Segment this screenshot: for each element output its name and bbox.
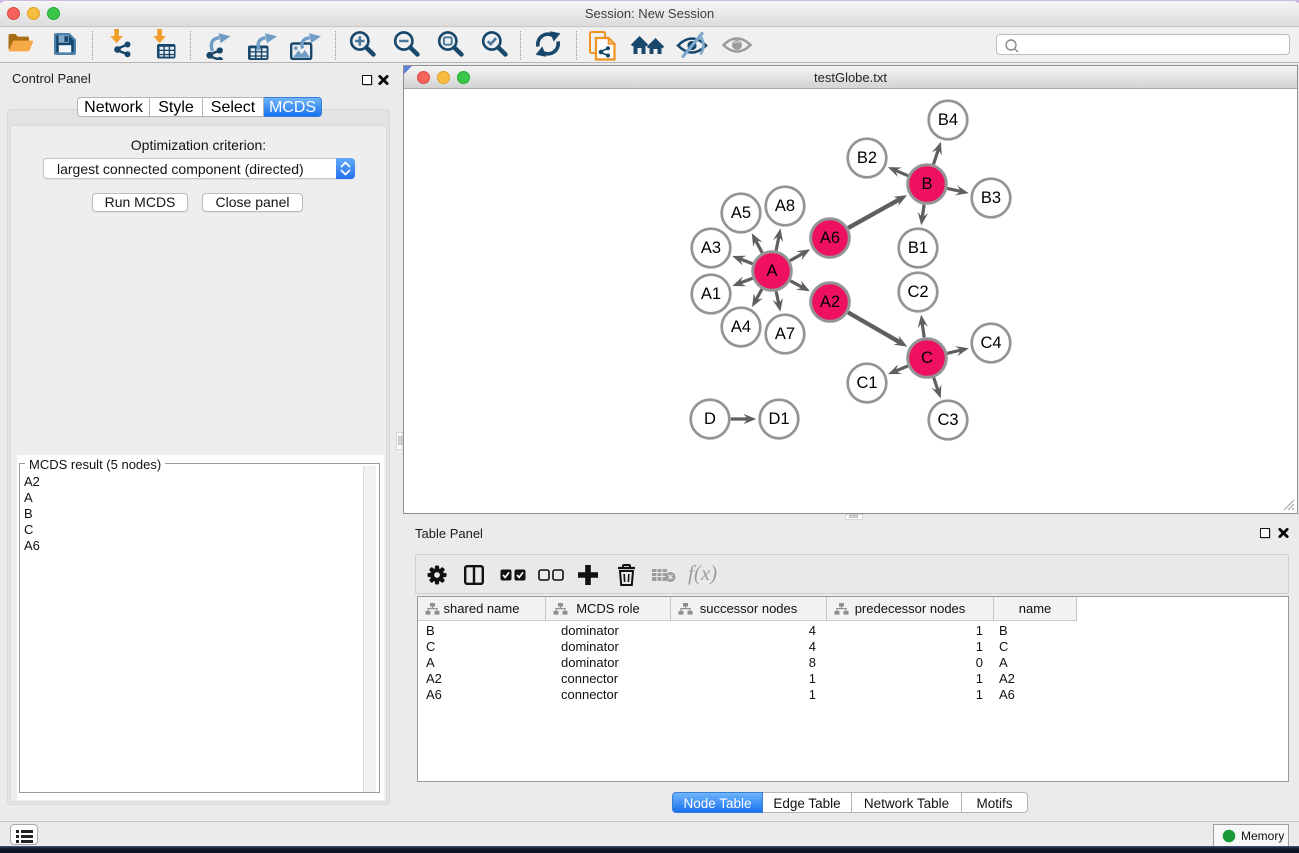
svg-text:B4: B4 xyxy=(938,111,958,129)
svg-text:A6: A6 xyxy=(820,229,840,247)
svg-text:C4: C4 xyxy=(980,334,1001,352)
svg-text:D1: D1 xyxy=(768,410,789,428)
svg-text:A2: A2 xyxy=(820,293,840,311)
svg-text:B2: B2 xyxy=(857,149,877,167)
svg-text:A5: A5 xyxy=(731,204,751,222)
svg-text:C2: C2 xyxy=(907,283,928,301)
svg-text:C3: C3 xyxy=(937,411,958,429)
svg-text:A3: A3 xyxy=(701,239,721,257)
svg-text:A7: A7 xyxy=(775,325,795,343)
svg-text:B1: B1 xyxy=(908,239,928,257)
svg-text:A1: A1 xyxy=(701,285,721,303)
svg-text:B3: B3 xyxy=(981,189,1001,207)
svg-text:C1: C1 xyxy=(856,374,877,392)
svg-text:A4: A4 xyxy=(731,318,751,336)
svg-text:D: D xyxy=(704,410,716,428)
svg-text:C: C xyxy=(921,349,933,367)
svg-text:A8: A8 xyxy=(775,197,795,215)
svg-text:B: B xyxy=(921,175,932,193)
svg-text:A: A xyxy=(766,262,777,280)
